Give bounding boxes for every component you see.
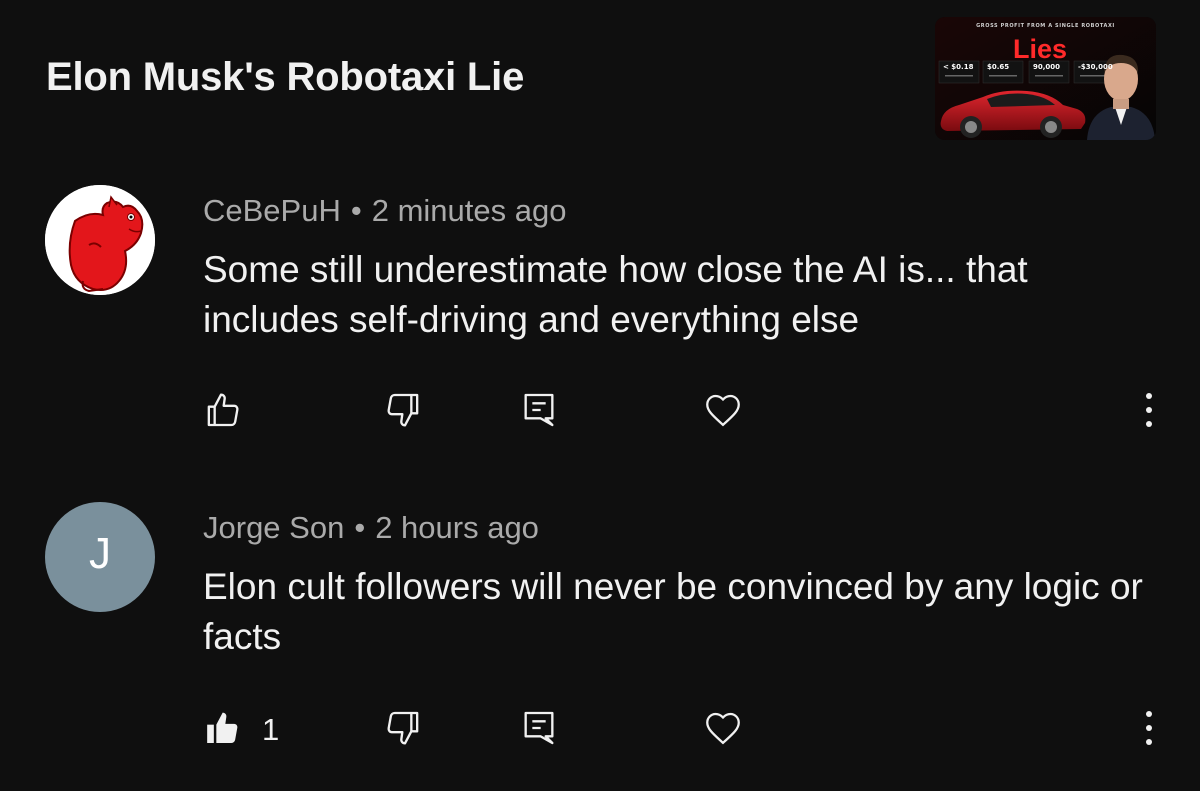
comment-meta: Jorge Son • 2 hours ago (203, 510, 539, 546)
heart-icon (706, 394, 740, 427)
comment-text: Elon cult followers will never be convin… (203, 566, 1143, 657)
comment-meta: CeBePuH • 2 minutes ago (203, 193, 566, 229)
like-count: 1 (262, 712, 280, 747)
thumbnail-value: < $0.18 (943, 63, 974, 71)
video-title: Elon Musk's Robotaxi Lie (46, 55, 525, 99)
reply-button[interactable] (514, 385, 564, 435)
dislike-button[interactable] (378, 385, 428, 435)
thumbnail-value: $0.65 (987, 63, 1010, 71)
comment-author[interactable]: CeBePuH (203, 193, 341, 228)
more-options-button[interactable] (1124, 703, 1174, 753)
comment-actions: 1 (0, 703, 1200, 753)
thumbnail-heading: GROSS PROFIT FROM A SINGLE ROBOTAXI (976, 23, 1115, 29)
reply-comment-icon (524, 711, 554, 745)
avatar[interactable] (45, 185, 155, 295)
red-cartoon-creature-avatar-icon (45, 185, 155, 295)
thumbs-up-filled-icon (207, 712, 238, 743)
comment-timestamp: 2 minutes ago (371, 193, 567, 228)
thumbnail-value: -$30,000 (1078, 63, 1113, 71)
reply-button[interactable] (514, 703, 564, 753)
avatar-letter: J (89, 529, 111, 578)
comment-author[interactable]: Jorge Son (203, 510, 344, 545)
comment-timestamp: 2 hours ago (375, 510, 539, 545)
comment-actions (0, 385, 1200, 435)
thumbs-down-icon (387, 711, 419, 745)
like-button[interactable] (198, 385, 248, 435)
meta-separator: • (350, 193, 362, 228)
more-vertical-icon (1146, 393, 1152, 427)
heart-icon (706, 712, 740, 745)
video-thumbnail[interactable]: GROSS PROFIT FROM A SINGLE ROBOTAXI Lies… (935, 17, 1156, 140)
more-vertical-icon (1146, 711, 1152, 745)
heart-button[interactable] (698, 385, 748, 435)
reply-comment-icon (524, 393, 554, 427)
like-button[interactable] (198, 703, 248, 753)
thumbnail-overlay-word: Lies (1013, 34, 1068, 64)
thumbnail-value: 90,000 (1033, 63, 1061, 71)
heart-button[interactable] (698, 703, 748, 753)
comment-text: Some still underestimate how close the A… (203, 249, 1028, 340)
thumbs-down-icon (387, 393, 419, 427)
dislike-button[interactable] (378, 703, 428, 753)
avatar[interactable]: J (45, 502, 155, 612)
meta-separator: • (354, 510, 366, 545)
thumbs-up-icon (207, 393, 239, 427)
more-options-button[interactable] (1124, 385, 1174, 435)
